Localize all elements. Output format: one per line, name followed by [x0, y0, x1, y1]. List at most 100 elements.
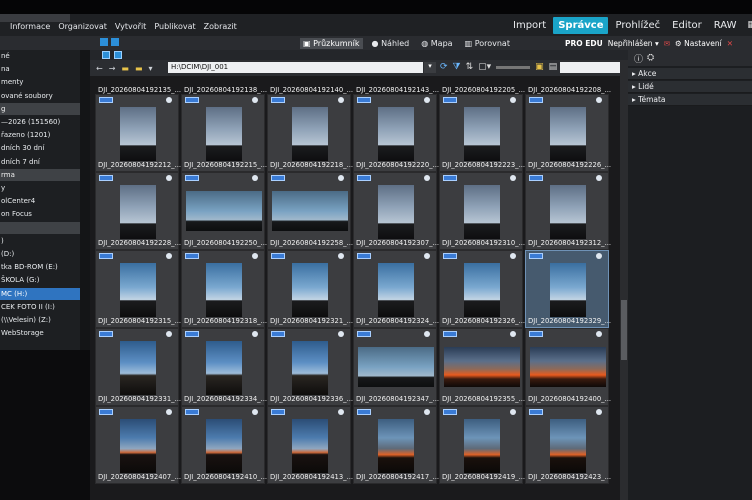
thumbnail-tile[interactable]: DJI_20260804192334_...	[181, 328, 267, 406]
porovnat-button[interactable]: ▥ Porovnat	[462, 38, 513, 49]
info-icon[interactable]: ⓘ	[634, 52, 643, 65]
thumbnail-image[interactable]	[292, 341, 328, 395]
section-akce[interactable]: ▸ Akce	[628, 68, 752, 80]
thumbnail-image[interactable]	[464, 107, 500, 161]
path-input[interactable]: H:\DCIM\DJI_001	[168, 62, 423, 73]
thumbnail-tile[interactable]: DJI_20260804192321_...	[267, 250, 353, 328]
thumbnail-image[interactable]	[444, 347, 520, 387]
menu-vytvorit[interactable]: Vytvořit	[111, 22, 150, 36]
section-lide[interactable]: ▸ Lidé	[628, 81, 752, 93]
menu-organizovat[interactable]: Organizovat	[54, 22, 111, 36]
mode-import[interactable]: Import	[508, 17, 551, 34]
thumbnail-tile[interactable]: DJI_20260804192326_...	[439, 250, 525, 328]
sidebar-item[interactable]: ované soubory	[0, 90, 80, 102]
view-icon-2[interactable]	[111, 38, 119, 46]
view-mode-icon[interactable]: ▤	[549, 62, 558, 72]
sort-icon[interactable]: ⇅	[466, 62, 474, 72]
thumbnail-image[interactable]	[378, 419, 414, 473]
thumbnail-image[interactable]	[378, 263, 414, 317]
menu-publikovat[interactable]: Publikovat	[150, 22, 199, 36]
thumbnail-tile[interactable]: DJI_20260804192417_...	[353, 406, 439, 484]
sidebar-item[interactable]: řazeno (1201)	[0, 129, 80, 141]
sidebar-item[interactable]: y	[0, 182, 80, 194]
thumbnail-tile[interactable]: DJI_20260804192223_...	[439, 94, 525, 172]
thumbnail-image[interactable]	[530, 347, 606, 387]
sidebar-item[interactable]: on Focus	[0, 208, 80, 220]
thumbnail-tile[interactable]: DJI_20260804192413_...	[267, 406, 353, 484]
thumbnail-image[interactable]	[206, 419, 242, 473]
thumbnail-tile[interactable]: DJI_20260804192318_...	[181, 250, 267, 328]
view-icon[interactable]	[100, 38, 108, 46]
thumbnail-image[interactable]	[358, 347, 434, 387]
thumbnail-tile[interactable]: DJI_20260804192215_...	[181, 94, 267, 172]
folder-icon[interactable]: ▬	[121, 64, 129, 73]
filter-icon[interactable]: ⧩	[453, 62, 461, 72]
thumbnail-tile[interactable]: DJI_20260804192336_...	[267, 328, 353, 406]
mode-editor[interactable]: Editor	[667, 17, 707, 34]
sidebar-item[interactable]	[0, 221, 80, 234]
sidebar-item[interactable]: g	[0, 102, 80, 115]
refresh-icon[interactable]: ⟳	[440, 62, 448, 72]
grid-scrollbar[interactable]	[620, 60, 628, 500]
thumbnail-image[interactable]	[464, 263, 500, 317]
thumbnail-image[interactable]	[120, 263, 156, 317]
thumbnail-tile[interactable]: DJI_20260804192400_...	[525, 328, 611, 406]
thumbnail-image[interactable]	[550, 263, 586, 317]
thumbnail-image[interactable]	[206, 341, 242, 395]
window-tab[interactable]	[0, 14, 70, 22]
mode-raw[interactable]: RAW	[709, 17, 742, 34]
sort-select[interactable]: ▢▾	[478, 62, 491, 72]
sidebar-item[interactable]: olCenter4	[0, 195, 80, 207]
thumbnail-tile[interactable]: DJI_20260804192419_...	[439, 406, 525, 484]
mode-prohlizec[interactable]: Prohlížeč	[610, 17, 665, 34]
sidebar-item[interactable]: tka BD-ROM (E:)	[0, 261, 80, 273]
sidebar-item[interactable]: dních 7 dní	[0, 156, 80, 168]
forward-icon[interactable]: →	[109, 64, 116, 73]
thumbnail-tile[interactable]: DJI_20260804192410_...	[181, 406, 267, 484]
thumbnail-image[interactable]	[550, 419, 586, 473]
thumbnail-tile[interactable]: DJI_20260804192407_...	[95, 406, 181, 484]
thumbnail-image[interactable]	[186, 191, 262, 231]
tag-icon[interactable]: ⛭	[647, 53, 654, 63]
settings-button[interactable]: ⚙ Nastavení	[675, 39, 722, 48]
sidebar-item[interactable]: WebStorage	[0, 327, 80, 339]
thumbnail-icon[interactable]: ▣	[535, 62, 544, 72]
thumbnail-image[interactable]	[378, 185, 414, 239]
section-temata[interactable]: ▸ Témata	[628, 94, 752, 106]
thumbnail-tile[interactable]: DJI_20260804192329_...	[525, 250, 611, 328]
close-icon[interactable]: ✕	[727, 39, 733, 48]
thumbnail-image[interactable]	[206, 107, 242, 161]
thumbnail-image[interactable]	[120, 185, 156, 239]
flag-icon[interactable]: ✉	[664, 39, 670, 48]
thumbnail-image[interactable]	[550, 185, 586, 239]
sidebar-item[interactable]: na	[0, 63, 80, 75]
menu-zobrazit[interactable]: Zobrazit	[200, 22, 241, 36]
scrollbar-thumb[interactable]	[621, 300, 627, 360]
mode-spravce[interactable]: Správce	[553, 16, 609, 34]
login-button[interactable]: Nepřihlášen ▾	[608, 39, 659, 48]
thumbnail-tile[interactable]: DJI_20260804192228_...	[95, 172, 181, 250]
sidebar-item[interactable]: —2026 (151560)	[0, 116, 80, 128]
thumbnail-tile[interactable]: DJI_20260804192218_...	[267, 94, 353, 172]
thumbnail-image[interactable]	[464, 185, 500, 239]
sidebar-item[interactable]: (D:)	[0, 248, 80, 260]
sidebar-item[interactable]: rma	[0, 168, 80, 181]
thumbnail-image[interactable]	[272, 191, 348, 231]
sidebar-item[interactable]: né	[0, 50, 80, 62]
layout-icon[interactable]	[102, 51, 110, 59]
thumbnail-image[interactable]	[120, 419, 156, 473]
thumbnail-image[interactable]	[550, 107, 586, 161]
thumbnail-tile[interactable]: DJI_20260804192331_...	[95, 328, 181, 406]
thumbnail-tile[interactable]: DJI_20260804192258_...	[267, 172, 353, 250]
thumbnail-image[interactable]	[292, 107, 328, 161]
thumbnail-tile[interactable]: DJI_20260804192250_...	[181, 172, 267, 250]
mapa-button[interactable]: ◍ Mapa	[418, 38, 455, 49]
sidebar-item[interactable]: menty	[0, 76, 80, 88]
thumbnail-image[interactable]	[120, 107, 156, 161]
thumbnail-image[interactable]	[464, 419, 500, 473]
sidebar-item[interactable]: )	[0, 235, 80, 247]
menu-informace[interactable]: Informace	[6, 22, 54, 36]
sidebar-item[interactable]: (\\Velesin) (Z:)	[0, 314, 80, 326]
thumbnail-tile[interactable]: DJI_20260804192307_...	[353, 172, 439, 250]
thumbnail-tile[interactable]: DJI_20260804192212_...	[95, 94, 181, 172]
